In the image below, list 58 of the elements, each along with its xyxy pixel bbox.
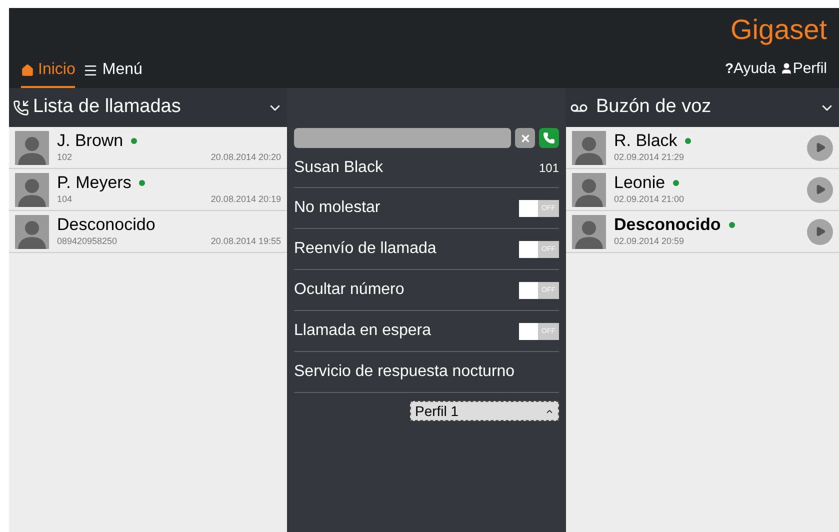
contact-name: R. Black <box>614 131 678 151</box>
setting-label: Servicio de respuesta nocturno <box>294 362 515 382</box>
contact-name: Desconocido <box>614 215 721 235</box>
menu-icon <box>83 62 98 78</box>
user-icon <box>780 62 793 76</box>
setting-label: Ocultar número <box>294 280 404 300</box>
play-button[interactable] <box>807 176 833 202</box>
contact-name: J. Brown <box>57 131 124 151</box>
call-row[interactable]: P. Meyers 104 20.08.2014 20:19 <box>9 169 287 211</box>
voicemail-row[interactable]: R. Black 02.09.2014 21:29 <box>566 127 839 169</box>
setting-label: Reenvío de llamada <box>294 239 436 259</box>
call-time: 20.08.2014 20:20 <box>210 151 281 164</box>
message-time: 02.09.2014 21:29 <box>614 151 686 164</box>
brand-logo: Gigaset <box>730 16 827 44</box>
section-title: Buzón de voz <box>596 95 712 120</box>
avatar-icon <box>15 215 49 249</box>
user-name: Susan Black <box>294 158 383 178</box>
home-icon <box>21 64 34 76</box>
call-button[interactable] <box>539 128 559 148</box>
dial-field[interactable] <box>294 128 511 148</box>
setting-label: Llamada en espera <box>294 321 431 341</box>
avatar-icon <box>15 173 49 207</box>
phone-number: 102 <box>57 151 72 164</box>
play-button[interactable] <box>807 218 833 244</box>
avatar-icon <box>572 173 606 207</box>
play-button[interactable] <box>807 134 833 160</box>
avatar-icon <box>572 215 606 249</box>
call-row[interactable]: J. Brown 102 20.08.2014 20:20 <box>9 127 287 169</box>
play-icon <box>814 142 826 153</box>
section-title: Lista de llamadas <box>33 95 181 120</box>
nav-link[interactable]: ?Ayuda <box>724 58 776 80</box>
nav-tab[interactable]: Menú <box>83 58 142 88</box>
call-list-icon <box>13 100 29 116</box>
play-icon <box>814 226 826 237</box>
phone-number: 104 <box>57 193 72 206</box>
clear-icon <box>520 132 530 144</box>
setting-label: No molestar <box>294 198 380 218</box>
nav-tab[interactable]: Inicio <box>21 58 76 88</box>
call-time: 20.08.2014 19:55 <box>210 235 281 248</box>
avatar-icon <box>572 131 606 165</box>
help-icon: ? <box>724 58 734 80</box>
call-row[interactable]: Desconocido 089420958250 20.08.2014 19:55 <box>9 211 287 253</box>
contact-name: Desconocido <box>57 215 156 235</box>
message-time: 02.09.2014 20:59 <box>614 235 686 248</box>
play-icon <box>814 184 826 195</box>
nav-link[interactable]: Perfil <box>780 58 827 80</box>
avatar-icon <box>15 131 49 165</box>
profile-select[interactable]: Perfil 1 <box>410 401 559 421</box>
phone-icon <box>543 132 555 144</box>
message-time: 02.09.2014 21:00 <box>614 193 686 206</box>
voicemail-row[interactable]: Leonie 02.09.2014 21:00 <box>566 169 839 211</box>
contact-name: P. Meyers <box>57 173 132 193</box>
clear-button[interactable] <box>515 128 535 148</box>
contact-name: Leonie <box>614 173 666 193</box>
voicemail-row[interactable]: Desconocido 02.09.2014 20:59 <box>566 211 839 253</box>
call-time: 20.08.2014 20:19 <box>210 193 281 206</box>
extension-number: 101 <box>538 160 559 177</box>
phone-number: 089420958250 <box>57 235 118 248</box>
